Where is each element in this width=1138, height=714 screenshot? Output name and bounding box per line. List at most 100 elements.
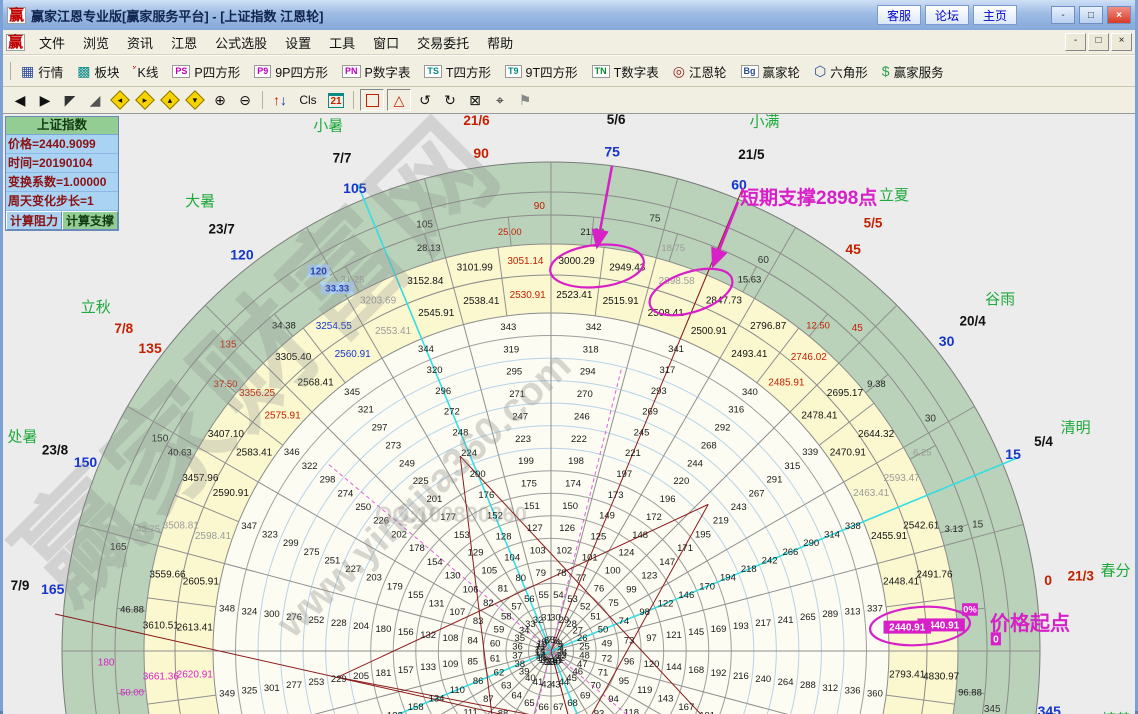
pin-icon[interactable]: ⚑ <box>514 90 536 110</box>
spiral-number: 129 <box>468 548 484 559</box>
price-field[interactable]: 价格=2440.9099 <box>6 135 118 154</box>
spiral-number: 148 <box>632 530 648 541</box>
spiral-number: 84 <box>468 636 479 647</box>
calc-resistance-button[interactable]: 计算阻力 <box>6 211 62 230</box>
triangle-tool-icon[interactable]: △ <box>387 89 411 111</box>
toolbar-item-p9-square[interactable]: P99P四方形 <box>247 60 335 83</box>
spiral-number: 265 <box>800 612 816 623</box>
toolbar-item-p-number[interactable]: PNP数字表 <box>335 60 417 83</box>
close-button[interactable]: × <box>1107 6 1131 24</box>
menu-item-5[interactable]: 设置 <box>276 31 320 54</box>
cls-button[interactable]: Cls <box>294 90 322 110</box>
menu-item-6[interactable]: 工具 <box>320 31 364 54</box>
time-field[interactable]: 时间=20190104 <box>6 154 118 173</box>
spiral-number: 217 <box>755 618 771 629</box>
spiral-number: 83 <box>473 616 484 627</box>
menu-item-7[interactable]: 窗口 <box>364 31 408 54</box>
toolbar-item-gann-wheel[interactable]: ◎江恩轮 <box>666 60 734 83</box>
toolbar-item-blocks[interactable]: ▩ 板块 <box>70 60 126 83</box>
forum-button[interactable]: 论坛 <box>925 5 969 25</box>
step-field[interactable]: 周天变化步长=1 <box>6 192 118 211</box>
diamond-down-icon[interactable]: ▾ <box>184 90 206 110</box>
blocks-icon: ▩ <box>77 64 90 78</box>
rim-degree-label: 15 <box>1005 446 1021 462</box>
mdi-minimize-button[interactable]: - <box>1065 33 1086 51</box>
mdi-close-button[interactable]: × <box>1111 33 1132 51</box>
menu-item-2[interactable]: 资讯 <box>118 31 162 54</box>
spiral-number: 268 <box>701 440 717 451</box>
spiral-number: 73 <box>624 636 635 647</box>
spiral-number: 195 <box>695 529 711 540</box>
degree-value: 75 <box>649 213 661 224</box>
spiral-number: 50 <box>598 624 609 635</box>
box-x-icon[interactable]: ⊠ <box>464 90 486 110</box>
minimize-button[interactable]: - <box>1051 6 1075 24</box>
spiral-number: 198 <box>568 456 584 467</box>
rotate-ccw-icon[interactable]: ↺ <box>414 90 436 110</box>
calc-support-button[interactable]: 计算支撑 <box>62 211 118 230</box>
toolbar-item-hexagon[interactable]: ⬡六角形 <box>807 60 875 83</box>
rim-degree-label: 135 <box>138 340 162 356</box>
diamond-up-icon[interactable]: ▴ <box>159 90 181 110</box>
t-square-icon: TS <box>424 65 442 78</box>
menu-item-4[interactable]: 公式选股 <box>206 31 276 54</box>
toolbar-item-label: 板块 <box>94 62 119 81</box>
zoom-in-icon[interactable]: ⊕ <box>209 90 231 110</box>
menu-item-8[interactable]: 交易委托 <box>408 31 478 54</box>
rotate-right-tri-icon[interactable]: ◢ <box>84 90 106 110</box>
t-updown-icon[interactable]: ↑↓ <box>269 90 291 110</box>
rotate-cw-icon[interactable]: ↻ <box>439 90 461 110</box>
price-inner-value: 2545.91 <box>418 308 455 319</box>
p9-square-icon: P9 <box>254 65 271 78</box>
toolbar-item-dollar[interactable]: $赢家服务 <box>875 60 951 83</box>
menu-item-0[interactable]: 文件 <box>30 31 74 54</box>
square-tool-icon[interactable] <box>360 89 384 111</box>
price-inner-value: 2613.41 <box>177 623 214 634</box>
price-outer-value: 2695.17 <box>827 388 864 399</box>
price-outer-value: 2491.76 <box>916 570 953 581</box>
spiral-number: 314 <box>824 530 840 541</box>
toolbar-item-winner-wheel[interactable]: Bg赢家轮 <box>734 60 808 83</box>
spiral-number: 223 <box>515 434 531 445</box>
back-icon[interactable]: ◀ <box>9 90 31 110</box>
calendar-21-icon[interactable]: 21 <box>325 90 347 110</box>
toolbar-item-label: P四方形 <box>194 62 240 81</box>
zoom-out-icon[interactable]: ⊖ <box>234 90 256 110</box>
spiral-number: 98 <box>639 607 650 618</box>
rim-solar-term-label: 小暑 <box>313 117 343 134</box>
mdi-restore-button[interactable]: □ <box>1088 33 1109 51</box>
converge-icon[interactable]: ⌖ <box>489 90 511 110</box>
spiral-number: 55 <box>538 590 549 601</box>
menu-item-1[interactable]: 浏览 <box>74 31 118 54</box>
spiral-number: 324 <box>241 606 257 617</box>
rotate-left-tri-icon[interactable]: ◤ <box>59 90 81 110</box>
spiral-number: 288 <box>800 680 816 691</box>
diamond-left-icon[interactable]: ◂ <box>109 90 131 110</box>
forward-icon[interactable]: ▶ <box>34 90 56 110</box>
toolbar-item-t9-square[interactable]: T99T四方形 <box>498 60 585 83</box>
spiral-number: 246 <box>574 411 590 422</box>
price-outer-value: 3000.29 <box>558 256 595 267</box>
transform-coef-field[interactable]: 变换系数=1.00000 <box>6 173 118 192</box>
toolbar-item-t-number[interactable]: TNT数字表 <box>585 60 666 83</box>
rim-date-label: 7/7 <box>333 151 352 166</box>
spiral-number: 172 <box>646 512 662 523</box>
diamond-right-icon[interactable]: ▸ <box>134 90 156 110</box>
spiral-number: 197 <box>616 469 632 480</box>
toolbar-item-p-square[interactable]: PSP四方形 <box>165 60 247 83</box>
spiral-number: 170 <box>699 581 715 592</box>
spiral-number: 173 <box>608 490 624 501</box>
maximize-button[interactable]: □ <box>1079 6 1103 24</box>
toolbar-item-kline[interactable]: ꜘK线 <box>127 60 166 83</box>
spiral-number: 158 <box>408 702 424 713</box>
spiral-number: 95 <box>619 676 630 687</box>
spiral-number: 266 <box>782 547 798 558</box>
menu-item-3[interactable]: 江恩 <box>162 31 206 54</box>
home-button[interactable]: 主页 <box>973 5 1017 25</box>
menu-item-9[interactable]: 帮助 <box>478 31 522 54</box>
app-window: 赢 赢家江恩专业版[赢家服务平台] - [上证指数 江恩轮] 客服 论坛 主页 … <box>0 0 1138 711</box>
percent-value: 18.75 <box>661 243 685 254</box>
service-button[interactable]: 客服 <box>877 5 921 25</box>
toolbar-item-t-square[interactable]: TST四方形 <box>417 60 498 83</box>
toolbar-item-grid[interactable]: ▦行情 <box>14 60 70 83</box>
